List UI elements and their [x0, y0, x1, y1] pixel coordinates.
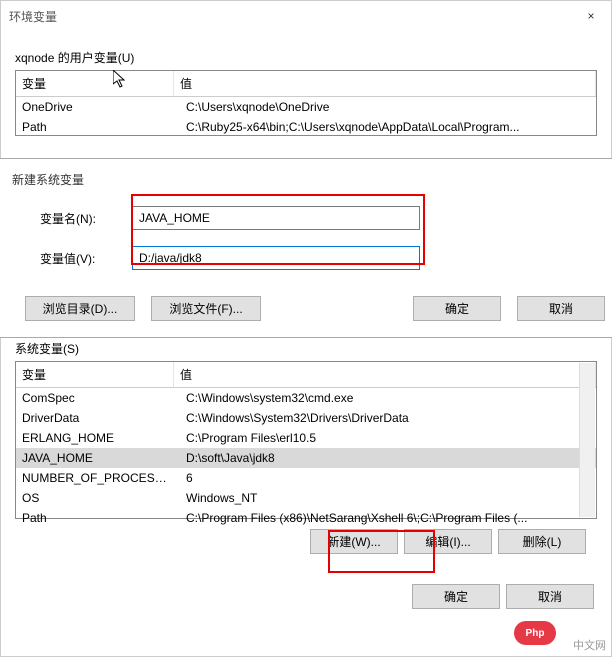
cell-val: C:\Program Files\erl10.5: [180, 430, 596, 446]
name-label: 变量名(N):: [40, 210, 132, 227]
cell-val: C:\Windows\system32\cmd.exe: [180, 390, 596, 406]
cell-var: Path: [16, 510, 180, 526]
cell-val: Windows_NT: [180, 490, 596, 506]
new-sysvar-dialog: 新建系统变量 变量名(N): 变量值(V): 浏览目录(D)... 浏览文件(F…: [0, 158, 612, 338]
table-row[interactable]: ComSpecC:\Windows\system32\cmd.exe: [16, 388, 596, 408]
cell-var: OS: [16, 490, 180, 506]
new-button[interactable]: 新建(W)...: [310, 529, 398, 554]
cell-val: C:\Program Files (x86)\NetSarang\Xshell …: [180, 510, 596, 526]
table-row[interactable]: OneDriveC:\Users\xqnode\OneDrive: [16, 97, 596, 117]
main-buttons: 确定 取消: [15, 584, 597, 609]
browse-file-button[interactable]: 浏览文件(F)...: [151, 296, 261, 321]
edit-button[interactable]: 编辑(I)...: [404, 529, 492, 554]
sys-vars-buttons: 新建(W)... 编辑(I)... 删除(L): [15, 529, 597, 554]
dialog-ok-button[interactable]: 确定: [413, 296, 501, 321]
table-row[interactable]: ERLANG_HOMEC:\Program Files\erl10.5: [16, 428, 596, 448]
user-vars-body: OneDriveC:\Users\xqnode\OneDrivePathC:\R…: [16, 97, 596, 137]
dialog-cancel-button[interactable]: 取消: [517, 296, 605, 321]
table-header: 变量 值: [16, 362, 596, 388]
delete-button[interactable]: 删除(L): [498, 529, 586, 554]
user-vars-label: xqnode 的用户变量(U): [15, 49, 597, 66]
dialog-title: 新建系统变量: [0, 171, 612, 198]
browse-dir-button[interactable]: 浏览目录(D)...: [25, 296, 135, 321]
cell-val: C:\Users\xqnode\OneDrive: [180, 99, 596, 115]
col-var[interactable]: 变量: [16, 362, 174, 387]
cell-var: JAVA_HOME: [16, 450, 180, 466]
sys-vars-label: 系统变量(S): [15, 340, 597, 357]
cell-val: C:\Ruby25-x64\bin;C:\Users\xqnode\AppDat…: [180, 119, 596, 135]
dialog-buttons: 浏览目录(D)... 浏览文件(F)... 确定 取消: [0, 278, 612, 321]
value-input[interactable]: [132, 246, 420, 270]
titlebar: 环境变量 ×: [1, 1, 611, 31]
form-row-value: 变量值(V):: [0, 238, 612, 278]
name-input[interactable]: [132, 206, 420, 230]
cell-var: DriverData: [16, 410, 180, 426]
cell-val: D:\soft\Java\jdk8: [180, 450, 596, 466]
cell-val: C:\Windows\System32\Drivers\DriverData: [180, 410, 596, 426]
table-row[interactable]: DriverDataC:\Windows\System32\Drivers\Dr…: [16, 408, 596, 428]
php-logo-icon: Php: [514, 621, 556, 645]
close-icon: ×: [587, 9, 594, 23]
cell-var: NUMBER_OF_PROCESSORS: [16, 470, 180, 486]
value-label: 变量值(V):: [40, 250, 132, 267]
col-val[interactable]: 值: [174, 71, 596, 96]
table-row[interactable]: OSWindows_NT: [16, 488, 596, 508]
cell-val: 6: [180, 470, 596, 486]
watermark-text: 中文网: [573, 637, 606, 653]
cell-var: ERLANG_HOME: [16, 430, 180, 446]
col-val[interactable]: 值: [174, 362, 596, 387]
table-row[interactable]: JAVA_HOMED:\soft\Java\jdk8: [16, 448, 596, 468]
table-row[interactable]: NUMBER_OF_PROCESSORS6: [16, 468, 596, 488]
cell-var: Path: [16, 119, 180, 135]
table-row[interactable]: PathC:\Ruby25-x64\bin;C:\Users\xqnode\Ap…: [16, 117, 596, 137]
sys-vars-body: ComSpecC:\Windows\system32\cmd.exeDriver…: [16, 388, 596, 528]
form-row-name: 变量名(N):: [0, 198, 612, 238]
cancel-button[interactable]: 取消: [506, 584, 594, 609]
close-button[interactable]: ×: [571, 1, 611, 31]
table-header: 变量 值: [16, 71, 596, 97]
scrollbar[interactable]: [579, 363, 595, 517]
table-row[interactable]: PathC:\Program Files (x86)\NetSarang\Xsh…: [16, 508, 596, 528]
cell-var: ComSpec: [16, 390, 180, 406]
user-vars-table[interactable]: 变量 值 OneDriveC:\Users\xqnode\OneDrivePat…: [15, 70, 597, 136]
window-title: 环境变量: [9, 8, 571, 25]
col-var[interactable]: 变量: [16, 71, 174, 96]
sys-vars-table[interactable]: 变量 值 ComSpecC:\Windows\system32\cmd.exeD…: [15, 361, 597, 519]
ok-button[interactable]: 确定: [412, 584, 500, 609]
cell-var: OneDrive: [16, 99, 180, 115]
